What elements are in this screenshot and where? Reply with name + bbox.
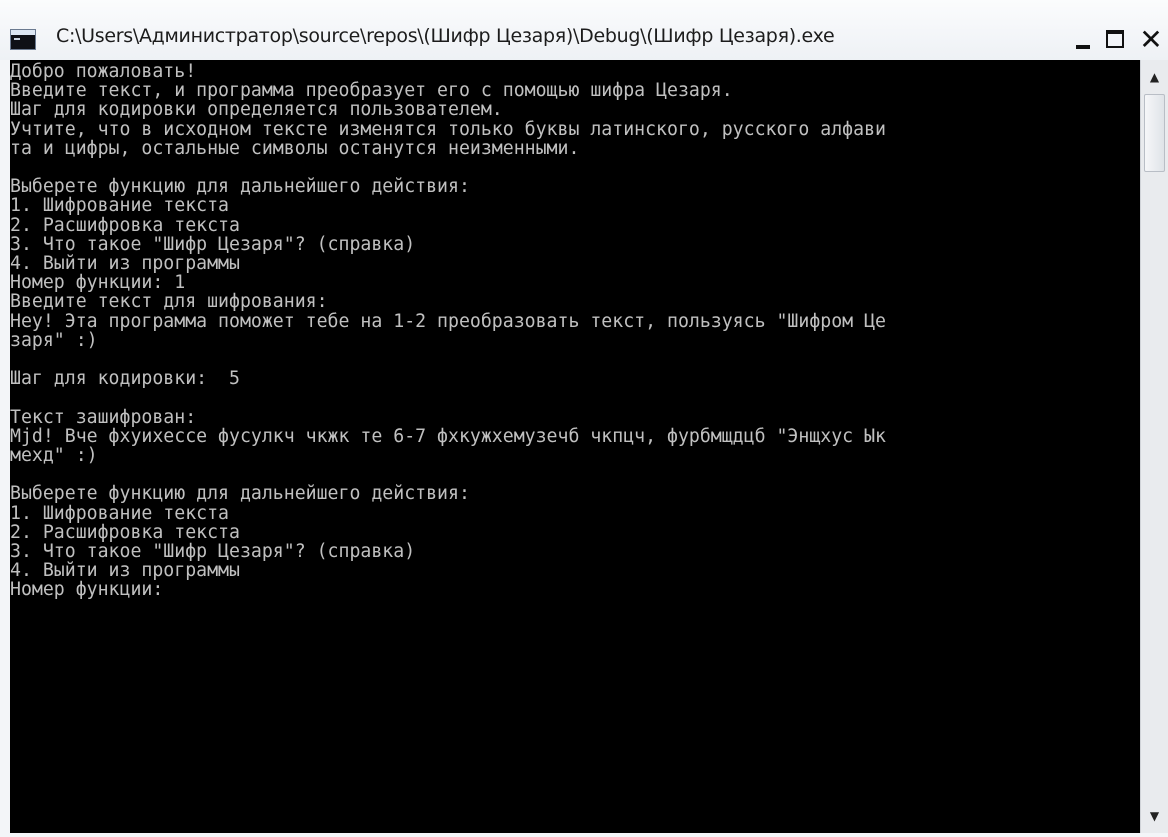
console-line: Выберете функцию для дальнейшего действи… (10, 176, 470, 198)
console-line: Номер функции: (10, 579, 164, 601)
console-line: 4. Выйти из программы (10, 253, 240, 275)
maximize-icon (1106, 30, 1124, 48)
close-icon: ✕ (1139, 22, 1163, 56)
console-line: Номер функции: 1 (10, 272, 186, 294)
console-line: Введите текст, и программа преобразует е… (10, 80, 733, 102)
scrollbar-thumb[interactable] (1144, 94, 1165, 172)
console-window: C:\Users\Администратор\source\repos\(Шиф… (0, 0, 1168, 837)
vertical-scrollbar[interactable]: ▲ ▼ (1140, 60, 1168, 833)
console-line: 4. Выйти из программы (10, 560, 240, 582)
console-text: Добро пожаловать! Введите текст, и прогр… (10, 60, 1140, 600)
console-line: 2. Расшифровка текста (10, 521, 240, 543)
console-output-area[interactable]: Добро пожаловать! Введите текст, и прогр… (10, 60, 1140, 833)
console-app-icon[interactable] (10, 29, 36, 50)
minimize-icon (1076, 45, 1090, 49)
console-line: та и цифры, остальные символы останутся … (10, 137, 580, 159)
console-line: мехд" :) (10, 445, 98, 467)
console-line: Mjd! Вче фхуихессе фусулкч чкжк те 6-7 ф… (10, 425, 886, 447)
console-line: Текст зашифрован: (10, 406, 197, 428)
title-bar[interactable]: C:\Users\Администратор\source\repos\(Шиф… (0, 0, 1168, 60)
console-line: Добро пожаловать! (10, 61, 197, 82)
console-line: заря" :) (10, 329, 98, 351)
scroll-down-arrow-icon[interactable]: ▼ (1141, 803, 1168, 829)
window-title: C:\Users\Администратор\source\repos\(Шиф… (56, 25, 835, 47)
minimize-button[interactable] (1066, 22, 1100, 56)
console-line: Выберете функцию для дальнейшего действи… (10, 483, 470, 505)
scroll-up-arrow-icon[interactable]: ▲ (1141, 64, 1168, 90)
maximize-button[interactable] (1098, 22, 1132, 56)
console-line: Hey! Эта программа поможет тебе на 1-2 п… (10, 310, 886, 332)
console-line: 1. Шифрование текста (10, 195, 229, 217)
console-line: Шаг для кодировки определяется пользоват… (10, 99, 503, 121)
console-line: 2. Расшифровка текста (10, 214, 240, 236)
window-bottom-border (0, 833, 1168, 837)
console-line: Учтите, что в исходном тексте изменятся … (10, 118, 886, 140)
close-button[interactable]: ✕ (1134, 22, 1168, 56)
console-line: 3. Что такое "Шифр Цезаря"? (справка) (10, 541, 416, 563)
console-line: Шаг для кодировки: 5 (10, 368, 240, 390)
console-line: Введите текст для шифрования: (10, 291, 328, 313)
console-line: 3. Что такое "Шифр Цезаря"? (справка) (10, 233, 416, 255)
console-line: 1. Шифрование текста (10, 502, 229, 524)
